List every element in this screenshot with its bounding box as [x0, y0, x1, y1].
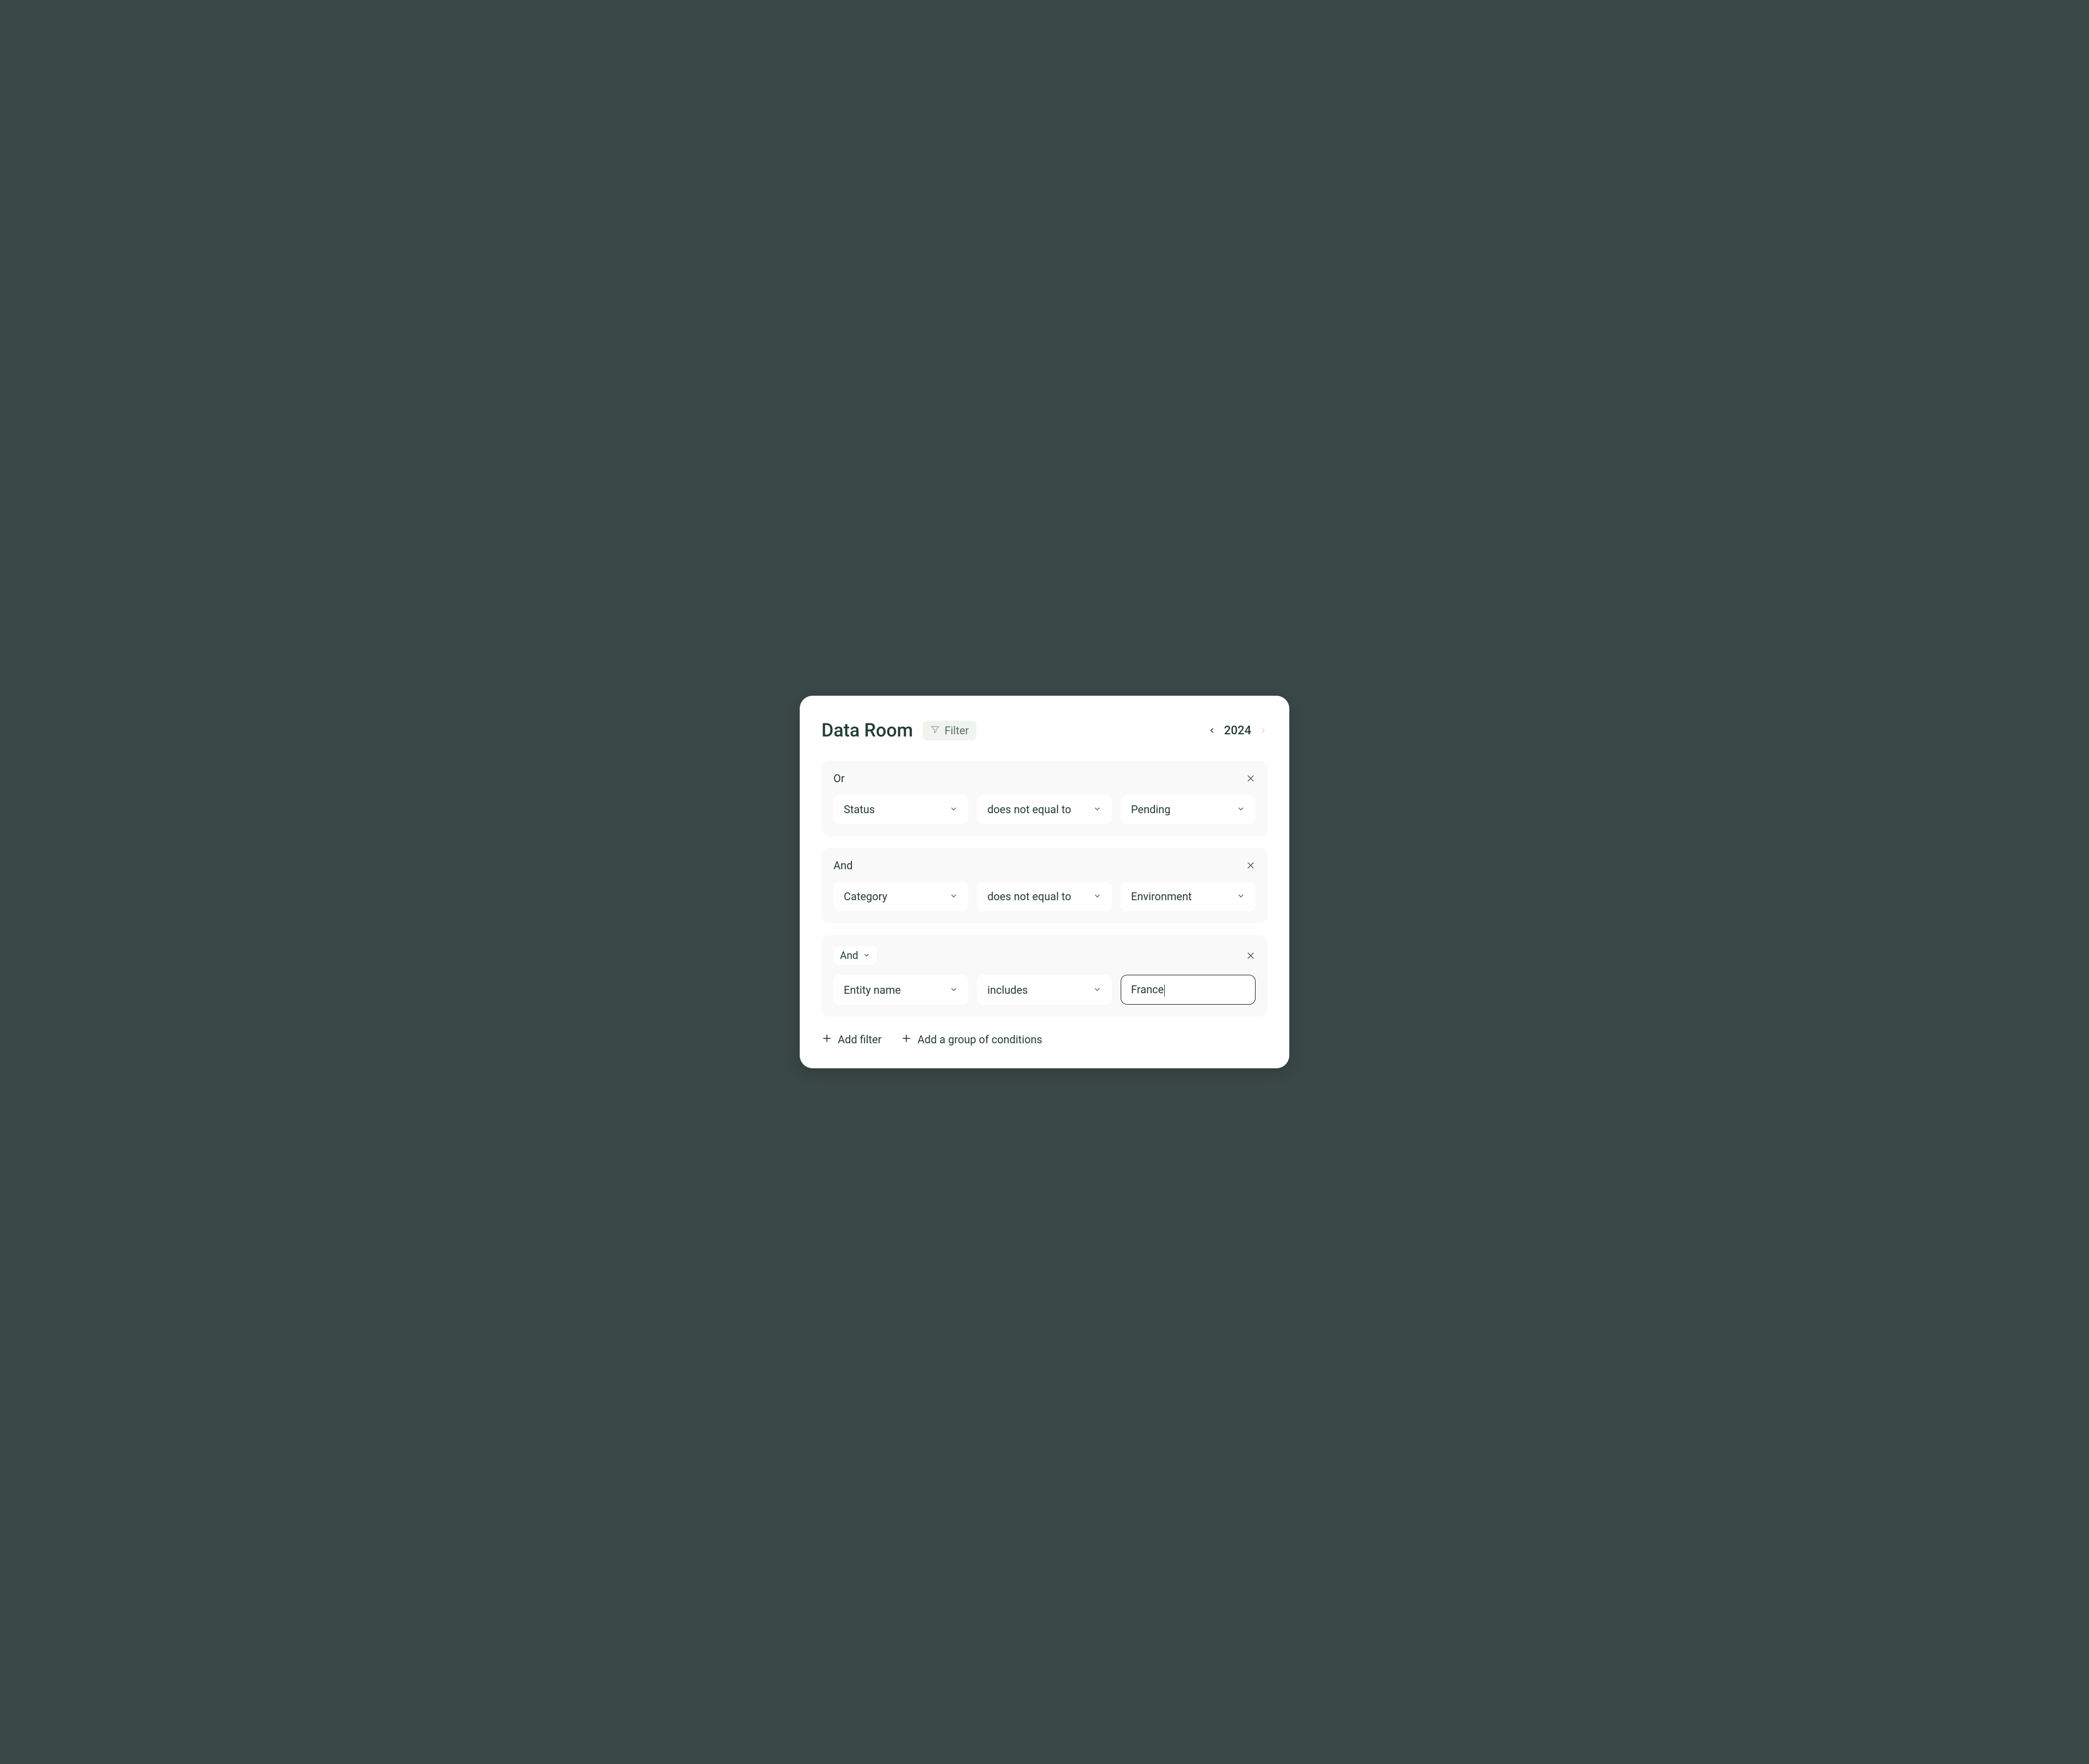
group-logic-label: And [833, 859, 852, 872]
add-filter-button[interactable]: Add filter [821, 1033, 881, 1047]
chevron-down-icon [1237, 803, 1245, 816]
page-title: Data Room [821, 720, 913, 741]
remove-group-button[interactable] [1246, 861, 1256, 870]
chevron-down-icon [949, 890, 958, 903]
field-select[interactable]: Status [833, 795, 968, 824]
operator-select-value: includes [987, 983, 1028, 996]
value-input[interactable]: France [1121, 975, 1256, 1005]
operator-select[interactable]: does not equal to [977, 795, 1112, 824]
filter-card: Data Room Filter 2024 Or Statu [800, 696, 1289, 1068]
chevron-down-icon [949, 803, 958, 816]
filter-group-head: And [833, 859, 1256, 872]
year-value: 2024 [1224, 724, 1251, 738]
field-select-value: Entity name [844, 983, 901, 996]
plus-icon [901, 1033, 912, 1047]
filter-group-head: And [833, 946, 1256, 965]
group-logic-select[interactable]: And [833, 946, 877, 965]
chevron-down-icon [1093, 803, 1102, 816]
chevron-down-icon [1093, 890, 1102, 903]
card-header: Data Room Filter 2024 [821, 720, 1268, 741]
filter-group: And Category does not equal to Environme… [821, 848, 1268, 923]
year-navigator: 2024 [1208, 724, 1268, 738]
value-select-value: Pending [1131, 803, 1171, 816]
field-select-value: Category [844, 890, 887, 903]
operator-select-value: does not equal to [987, 803, 1071, 816]
card-footer: Add filter Add a group of conditions [821, 1033, 1268, 1047]
field-select[interactable]: Entity name [833, 975, 968, 1005]
remove-group-button[interactable] [1246, 951, 1256, 961]
add-group-label: Add a group of conditions [917, 1033, 1042, 1046]
group-logic-value: And [840, 949, 858, 962]
filter-chip-label: Filter [944, 724, 969, 737]
year-prev-button[interactable] [1208, 726, 1216, 735]
value-select[interactable]: Environment [1121, 882, 1256, 911]
group-logic-label: Or [833, 772, 845, 785]
text-caret [1164, 985, 1165, 996]
chevron-down-icon [1093, 983, 1102, 996]
filter-group: Or Status does not equal to Pending [821, 761, 1268, 836]
add-filter-label: Add filter [838, 1033, 881, 1046]
plus-icon [821, 1033, 832, 1047]
value-input-text: France [1131, 983, 1164, 996]
funnel-icon [930, 724, 940, 737]
filter-group-head: Or [833, 772, 1256, 785]
condition-row: Entity name includes France [833, 975, 1256, 1005]
value-select-value: Environment [1131, 890, 1192, 903]
filter-group: And Entity name includes France [821, 935, 1268, 1017]
chevron-down-icon [949, 983, 958, 996]
field-select-value: Status [844, 803, 875, 816]
chevron-down-icon [863, 949, 870, 962]
operator-select[interactable]: includes [977, 975, 1112, 1005]
filter-chip[interactable]: Filter [923, 721, 976, 740]
value-select[interactable]: Pending [1121, 795, 1256, 824]
remove-group-button[interactable] [1246, 773, 1256, 783]
condition-row: Status does not equal to Pending [833, 795, 1256, 824]
operator-select[interactable]: does not equal to [977, 882, 1112, 911]
year-next-button[interactable] [1259, 726, 1268, 735]
chevron-down-icon [1237, 890, 1245, 903]
field-select[interactable]: Category [833, 882, 968, 911]
add-group-button[interactable]: Add a group of conditions [901, 1033, 1042, 1047]
operator-select-value: does not equal to [987, 890, 1071, 903]
condition-row: Category does not equal to Environment [833, 882, 1256, 911]
